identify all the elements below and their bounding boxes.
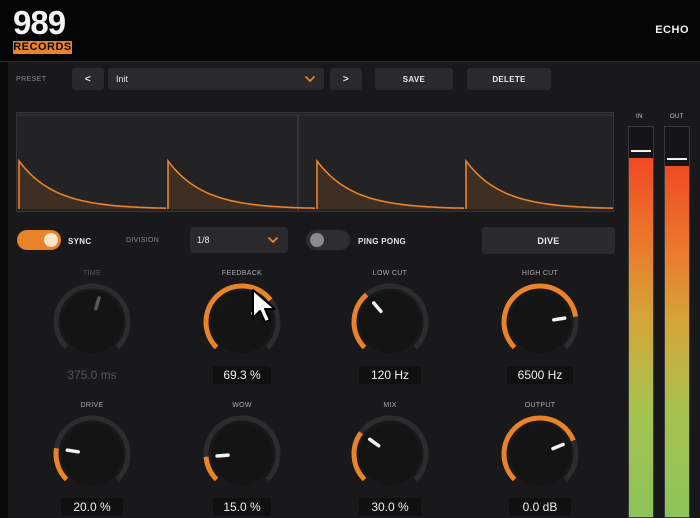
save-button[interactable]: SAVE	[375, 68, 453, 90]
plugin-panel: PRESET < Init > SAVE DELETE SYNC DIVISIO…	[8, 62, 700, 518]
preset-label: PRESET	[16, 76, 47, 83]
sync-toggle[interactable]	[17, 230, 61, 250]
time-label: TIME	[83, 270, 101, 277]
header: 989 RECORDS ECHO	[0, 0, 700, 62]
brand-logo: 989 RECORDS	[13, 6, 73, 54]
output-level-meter	[664, 126, 690, 518]
drive-knob[interactable]	[52, 410, 132, 494]
output-meter-label: OUT	[670, 114, 684, 120]
mix-knob[interactable]	[350, 410, 430, 494]
output-knob-group: OUTPUT 0.0 dB	[490, 402, 590, 518]
wow-knob[interactable]	[202, 410, 282, 494]
time-value: 375.0 ms	[67, 368, 117, 382]
preset-value: Init	[116, 74, 129, 84]
preset-dropdown[interactable]: Init	[108, 68, 324, 90]
chevron-down-icon	[268, 237, 278, 244]
mix-value[interactable]: 30.0 %	[359, 498, 421, 516]
logo-subtitle: RECORDS	[13, 41, 72, 54]
previous-preset-button[interactable]: <	[72, 68, 104, 90]
high-cut-value[interactable]: 6500 Hz	[507, 366, 573, 384]
mix-knob-group: MIX 30.0 %	[340, 402, 440, 518]
wow-value[interactable]: 15.0 %	[213, 498, 271, 516]
feedback-value[interactable]: 69.3 %	[213, 366, 271, 384]
ping-pong-label: PING PONG	[358, 237, 407, 246]
delete-button[interactable]: DELETE	[467, 68, 551, 90]
division-dropdown[interactable]: 1/8	[190, 227, 288, 253]
high-cut-knob-group: HIGH CUT 6500 Hz	[490, 270, 590, 386]
logo-number: 989	[13, 4, 66, 41]
mix-label: MIX	[383, 402, 397, 409]
high-cut-label: HIGH CUT	[521, 270, 559, 277]
low-cut-knob[interactable]	[350, 278, 430, 362]
high-cut-pointer	[552, 316, 567, 322]
wow-knob-group: WOW 15.0 %	[192, 402, 292, 518]
output-peak-marker	[667, 158, 687, 161]
next-preset-button[interactable]: >	[330, 68, 362, 90]
output-knob[interactable]	[500, 410, 580, 494]
input-meter-fill	[629, 158, 653, 517]
output-value[interactable]: 0.0 dB	[509, 498, 571, 516]
toggle-knob	[310, 233, 324, 247]
wow-label: WOW	[232, 402, 252, 409]
output-label: OUTPUT	[524, 402, 556, 409]
high-cut-knob[interactable]	[500, 278, 580, 362]
drive-label: DRIVE	[80, 402, 104, 409]
output-meter-fill	[665, 166, 689, 517]
low-cut-label: LOW CUT	[372, 270, 408, 277]
drive-pointer	[65, 448, 80, 454]
mouse-pointer-icon	[252, 289, 276, 323]
wow-pointer	[215, 453, 230, 458]
echo-display	[16, 112, 614, 212]
ping-pong-toggle[interactable]	[306, 230, 350, 250]
drive-value[interactable]: 20.0 %	[61, 498, 123, 516]
time-knob-group: TIME 375.0 ms	[42, 270, 142, 386]
dive-button[interactable]: DIVE	[482, 227, 615, 254]
low-cut-knob-group: LOW CUT 120 Hz	[340, 270, 440, 386]
input-level-meter	[628, 126, 654, 518]
toggle-knob	[44, 233, 58, 247]
product-name: ECHO	[655, 24, 689, 36]
sync-label: SYNC	[68, 237, 92, 246]
division-value: 1/8	[197, 235, 210, 245]
time-knob	[53, 283, 131, 361]
low-cut-value[interactable]: 120 Hz	[359, 366, 421, 384]
drive-knob-group: DRIVE 20.0 %	[42, 402, 142, 518]
feedback-label: FEEDBACK	[221, 270, 263, 277]
input-meter-label: IN	[636, 114, 643, 120]
chevron-down-icon	[305, 76, 315, 83]
division-label: DIVISION	[126, 237, 160, 244]
input-peak-marker	[631, 150, 651, 153]
